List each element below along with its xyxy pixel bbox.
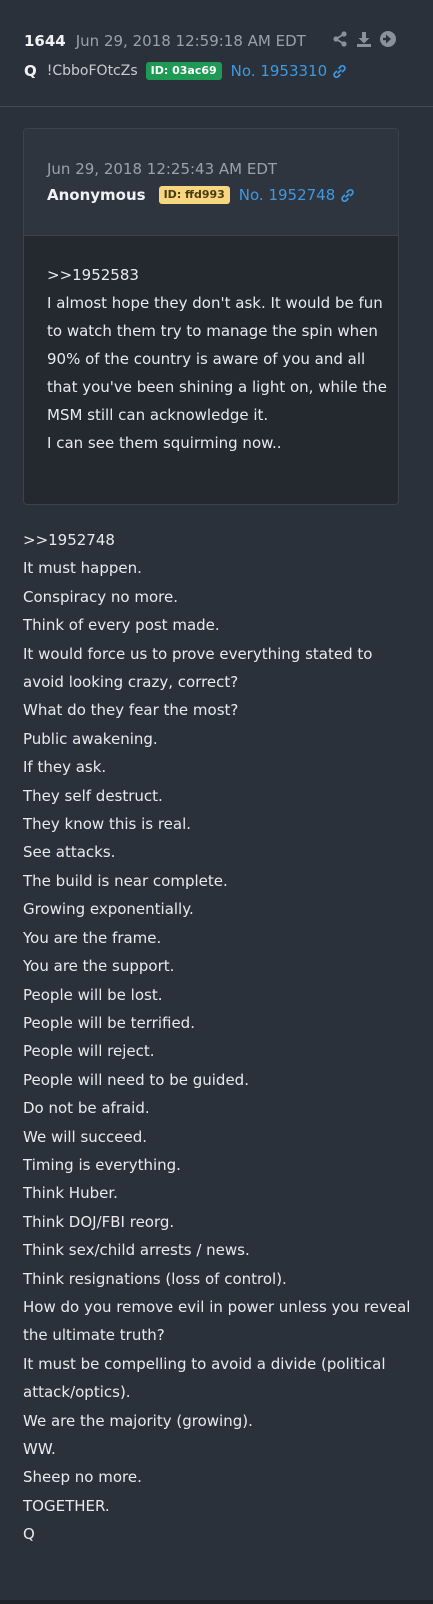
body-line: WW. bbox=[23, 1440, 56, 1458]
body-line: Think resignations (loss of control). bbox=[23, 1269, 287, 1288]
body-line: It would force us to prove everything st… bbox=[23, 644, 373, 692]
quoted-post-date: Jun 29, 2018 12:25:43 AM EDT bbox=[47, 160, 278, 178]
post-number: 1644 bbox=[24, 32, 66, 50]
body-line: People will need to be guided. bbox=[23, 1070, 249, 1089]
body-line: They know this is real. bbox=[23, 815, 192, 834]
body-line: It must be compelling to avoid a divide … bbox=[23, 1354, 386, 1402]
body-line: Sheep no more. bbox=[23, 1468, 142, 1487]
post-meta-row: 1644 Jun 29, 2018 12:59:18 AM EDT bbox=[24, 29, 306, 53]
body-line: How do you remove evil in power unless y… bbox=[23, 1297, 411, 1345]
quoted-post-author: Anonymous bbox=[47, 186, 146, 204]
link-icon bbox=[341, 188, 354, 202]
body-line: People will be terrified. bbox=[23, 1013, 195, 1032]
body-line: The build is near complete. bbox=[23, 871, 228, 890]
body-line: People will reject. bbox=[23, 1042, 155, 1061]
post-header: 1644 Jun 29, 2018 12:59:18 AM EDT Q !Cbb… bbox=[0, 0, 433, 107]
post-date: Jun 29, 2018 12:59:18 AM EDT bbox=[75, 32, 306, 50]
share-icon[interactable] bbox=[331, 30, 349, 48]
bottom-divider bbox=[0, 1600, 433, 1604]
body-line: We will succeed. bbox=[23, 1127, 148, 1146]
quoted-post-no-label[interactable]: No. 1952748 bbox=[239, 186, 335, 204]
reply-link[interactable]: >>1952748 bbox=[23, 526, 418, 554]
body-line: Growing exponentially. bbox=[23, 900, 194, 919]
body-line: See attacks. bbox=[23, 843, 116, 862]
body-line: TOGETHER. bbox=[23, 1496, 110, 1515]
quoted-post: Jun 29, 2018 12:25:43 AM EDT Anonymous I… bbox=[23, 128, 399, 505]
body-line: It must happen. bbox=[23, 559, 142, 578]
quoted-post-body: >>1952583 I almost hope they don't ask. … bbox=[47, 261, 387, 457]
quoted-line: I almost hope they don't ask. It would b… bbox=[47, 294, 387, 424]
body-line: Think sex/child arrests / news. bbox=[23, 1241, 250, 1260]
post-no-label[interactable]: No. 1953310 bbox=[231, 62, 327, 80]
quoted-post-id-badge: ID: ffd993 bbox=[158, 186, 230, 204]
body-line: Conspiracy no more. bbox=[23, 587, 178, 606]
body-line: Timing is everything. bbox=[23, 1155, 181, 1174]
quoted-reply-link[interactable]: >>1952583 bbox=[47, 261, 387, 289]
body-line: What do they fear the most? bbox=[23, 701, 239, 720]
quoted-post-header: Jun 29, 2018 12:25:43 AM EDT Anonymous I… bbox=[24, 129, 398, 236]
quoted-post-author-row: Anonymous ID: ffd993 No. 1952748 bbox=[47, 186, 355, 204]
post-author: Q bbox=[24, 62, 37, 80]
post-tripcode: !CbboFOtcZs bbox=[46, 63, 138, 79]
post-number-link[interactable]: No. 1953310 bbox=[231, 62, 347, 80]
post-actions bbox=[331, 30, 397, 48]
quoted-post-number-link[interactable]: No. 1952748 bbox=[239, 186, 355, 204]
body-line: They self destruct. bbox=[23, 786, 163, 805]
body-line: If they ask. bbox=[23, 758, 107, 777]
post-id-badge: ID: 03ac69 bbox=[145, 62, 222, 80]
link-icon bbox=[333, 64, 346, 78]
body-line: You are the frame. bbox=[23, 928, 162, 947]
body-line: Public awakening. bbox=[23, 729, 158, 748]
post-author-row: Q !CbboFOtcZs ID: 03ac69 No. 1953310 bbox=[24, 59, 347, 83]
quoted-line: I can see them squirming now.. bbox=[47, 434, 282, 452]
body-line: Think Huber. bbox=[23, 1184, 118, 1203]
body-line: Think of every post made. bbox=[23, 616, 220, 635]
download-icon[interactable] bbox=[355, 30, 373, 48]
body-line: Think DOJ/FBI reorg. bbox=[23, 1212, 175, 1231]
arrow-circle-right-icon[interactable] bbox=[379, 30, 397, 48]
body-line: People will be lost. bbox=[23, 985, 163, 1004]
post-body: >>1952748 It must happen. Conspiracy no … bbox=[23, 526, 418, 1549]
body-line: Do not be afraid. bbox=[23, 1099, 150, 1118]
body-line: We are the majority (growing). bbox=[23, 1411, 253, 1430]
body-line: You are the support. bbox=[23, 957, 175, 976]
signature-line: Q bbox=[23, 1525, 35, 1544]
